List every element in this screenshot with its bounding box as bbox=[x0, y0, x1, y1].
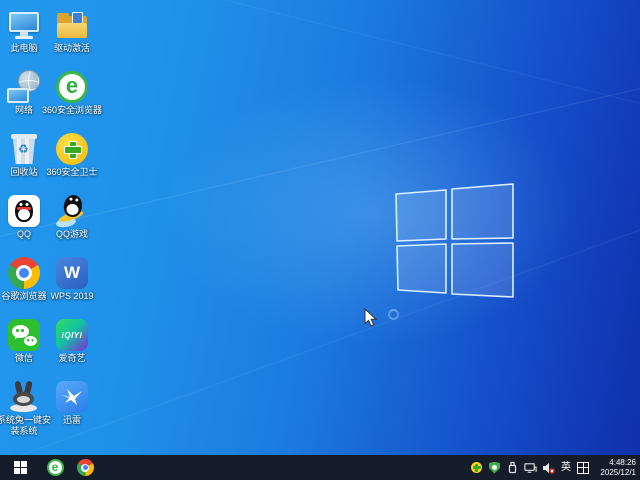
folder-driver-icon bbox=[55, 8, 89, 42]
chrome-icon bbox=[76, 459, 94, 476]
desktop-icon-network[interactable]: 网络 bbox=[0, 67, 48, 129]
desktop-icon-driver-activation[interactable]: 驱动激活 bbox=[48, 5, 96, 67]
icon-label: QQ游戏 bbox=[55, 229, 88, 239]
icon-label: 360安全卫士 bbox=[46, 167, 98, 177]
desktop-icon-chrome[interactable]: 谷歌浏览器 bbox=[0, 253, 48, 315]
desktop-icon-recycle-bin[interactable]: ♻ 回收站 bbox=[0, 129, 48, 191]
windows-start-icon bbox=[13, 461, 27, 474]
360-browser-e-icon: e bbox=[46, 459, 64, 476]
chrome-icon bbox=[7, 256, 41, 290]
start-button[interactable] bbox=[0, 455, 40, 480]
tray-volume-muted-icon[interactable] bbox=[542, 461, 555, 475]
thunder-bird-icon bbox=[55, 380, 89, 414]
rabbit-icon bbox=[7, 380, 41, 414]
taskbar: e 英 4:48:26 2025/12/1 bbox=[0, 455, 640, 480]
tray-usb-icon[interactable] bbox=[506, 461, 519, 475]
360-browser-e-icon: e bbox=[55, 70, 89, 104]
taskbar-left: e bbox=[0, 455, 100, 480]
qq-penguin-icon bbox=[7, 194, 41, 228]
desktop: 此电脑 网络 ♻ 回收站 QQ 谷歌浏览器 微信 系统兔一键安装系统 驱动激活 … bbox=[0, 0, 640, 480]
wechat-icon bbox=[7, 318, 41, 352]
qq-game-penguin-icon bbox=[55, 193, 89, 229]
desktop-icon-thunder[interactable]: 迅雷 bbox=[48, 377, 96, 439]
icon-label: 驱动激活 bbox=[53, 43, 90, 53]
icon-label: 迅雷 bbox=[62, 415, 81, 425]
recycle-bin-icon: ♻ bbox=[7, 132, 41, 166]
taskbar-clock[interactable]: 4:48:26 2025/12/1 bbox=[594, 458, 636, 478]
icon-label: 360安全浏览器 bbox=[41, 105, 103, 115]
tray-network-display-icon[interactable] bbox=[524, 461, 537, 475]
desktop-icon-360-browser[interactable]: e 360安全浏览器 bbox=[42, 67, 102, 129]
clock-time: 4:48:26 bbox=[609, 457, 636, 467]
desktop-icon-this-pc[interactable]: 此电脑 bbox=[0, 5, 48, 67]
desktop-icon-iqiyi[interactable]: iQIYI 爱奇艺 bbox=[48, 315, 96, 377]
desktop-icon-360-guard[interactable]: 360安全卫士 bbox=[46, 129, 98, 191]
ime-keyboard-grid-icon[interactable] bbox=[577, 461, 589, 474]
desktop-icon-wechat[interactable]: 微信 bbox=[0, 315, 48, 377]
wallpaper-ray bbox=[130, 0, 640, 147]
icon-label: 爱奇艺 bbox=[58, 353, 86, 363]
mouse-cursor bbox=[364, 308, 377, 327]
desktop-icon-wps[interactable]: W WPS 2019 bbox=[48, 253, 96, 315]
tray-360-guard-icon[interactable] bbox=[470, 461, 483, 475]
desktop-icon-system-rabbit[interactable]: 系统兔一键安装系统 bbox=[0, 377, 51, 439]
busy-spinner-icon bbox=[388, 309, 399, 320]
iqiyi-icon: iQIYI bbox=[55, 318, 89, 352]
taskbar-chrome[interactable] bbox=[70, 455, 100, 480]
desktop-icon-grid: 此电脑 网络 ♻ 回收站 QQ 谷歌浏览器 微信 系统兔一键安装系统 驱动激活 … bbox=[0, 5, 102, 439]
wps-w-icon: W bbox=[55, 256, 89, 290]
wallpaper-ray bbox=[0, 48, 640, 254]
desktop-icon-qq[interactable]: QQ bbox=[0, 191, 48, 253]
windows-logo-wallpaper bbox=[395, 183, 514, 298]
desktop-icon-qq-games[interactable]: QQ游戏 bbox=[48, 191, 96, 253]
wallpaper-ray bbox=[0, 166, 640, 476]
ime-language-indicator[interactable]: 英 bbox=[560, 462, 572, 473]
tray-shield-icon[interactable] bbox=[488, 461, 501, 475]
computer-monitor-icon bbox=[7, 8, 41, 42]
network-globe-icon bbox=[7, 70, 41, 104]
taskbar-360-browser[interactable]: e bbox=[40, 455, 70, 480]
icon-label: WPS 2019 bbox=[50, 291, 94, 301]
clock-date: 2025/12/1 bbox=[600, 467, 636, 477]
system-tray: 英 4:48:26 2025/12/1 bbox=[470, 455, 640, 480]
360-guard-cross-icon bbox=[55, 132, 89, 166]
